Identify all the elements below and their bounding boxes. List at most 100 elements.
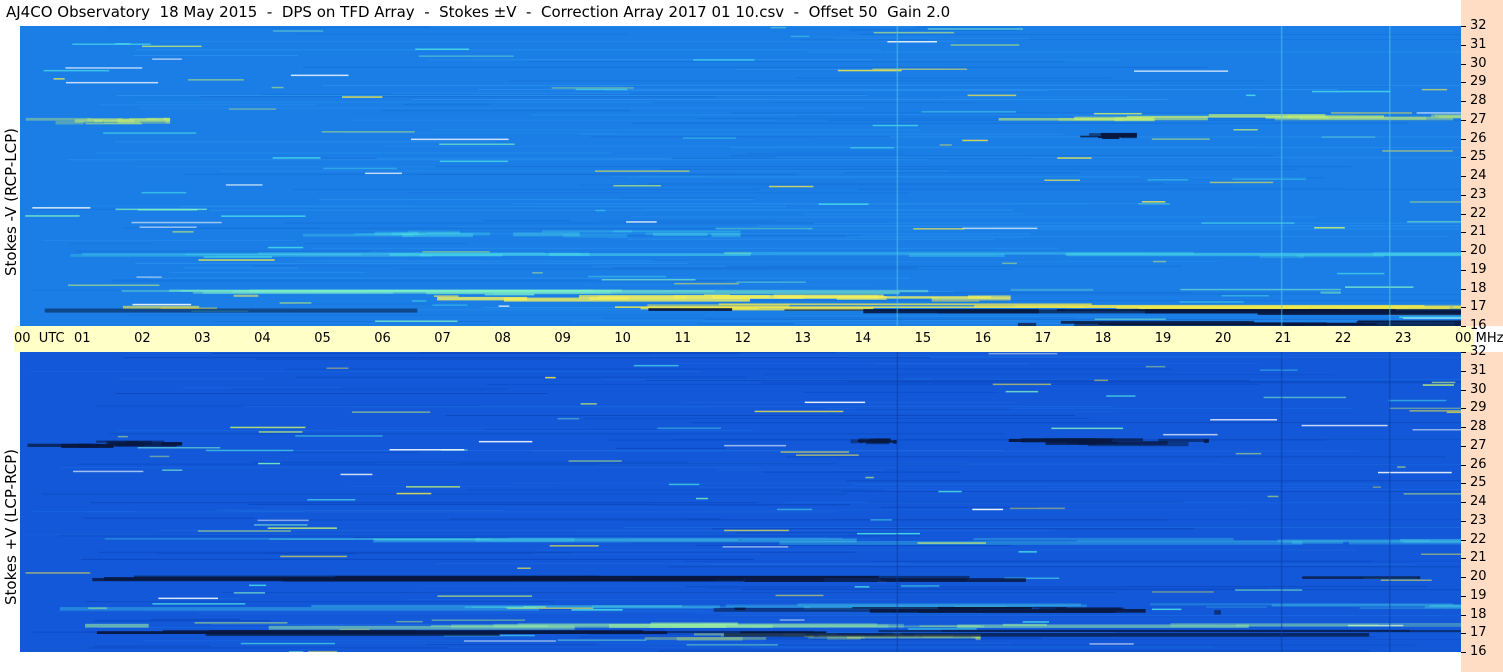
frequency-tick <box>1461 213 1466 215</box>
interference-dash <box>1246 94 1256 97</box>
frequency-tick-label: 26 <box>1470 456 1487 472</box>
noise-line <box>705 319 1389 320</box>
interference-dash <box>588 275 667 278</box>
interference-dash <box>962 227 1038 230</box>
interference-dash <box>1179 301 1244 303</box>
frequency-tick <box>1461 157 1466 159</box>
interference-dash <box>988 352 1058 355</box>
noise-line <box>534 203 1016 205</box>
interference-dash <box>1446 411 1461 414</box>
interference-dash <box>152 58 182 60</box>
interference-dash <box>1422 384 1454 386</box>
noise-line <box>322 84 1158 86</box>
interference-dash <box>775 594 824 597</box>
dark-band <box>723 633 1370 637</box>
interference-dash <box>1138 203 1170 205</box>
frequency-tick-label: 31 <box>1470 362 1487 378</box>
interference-dash <box>1002 262 1017 265</box>
interference-dash <box>1022 621 1049 623</box>
interference-dash <box>549 545 599 547</box>
dark-band <box>1203 439 1209 443</box>
bright-band <box>169 289 594 292</box>
interference-dash <box>1301 424 1388 427</box>
noise-line <box>858 188 1461 190</box>
utc-tick-label: 15 <box>914 331 932 346</box>
frequency-tick-label: 20 <box>1470 243 1487 258</box>
interference-dash <box>194 622 288 624</box>
interference-dash <box>724 444 787 447</box>
noise-line <box>81 558 755 560</box>
noise-line <box>694 644 1415 646</box>
frequency-tick-label: 31 <box>1470 36 1487 52</box>
interference-dash <box>272 157 321 159</box>
noise-line <box>486 383 1260 385</box>
noise-line <box>83 517 255 519</box>
dark-band <box>740 631 827 634</box>
noise-line <box>407 192 910 194</box>
noise-line <box>293 189 761 190</box>
interference-dash <box>1152 591 1214 593</box>
noise-line <box>231 388 508 390</box>
frequency-tick <box>1461 138 1466 140</box>
bright-band <box>233 294 259 297</box>
bright-band <box>85 623 149 628</box>
interference-dash <box>230 426 306 429</box>
frequency-tick <box>1461 26 1466 27</box>
interference-dash <box>131 221 222 224</box>
noise-line <box>93 645 211 647</box>
noise-line <box>445 415 1075 416</box>
bright-band <box>797 603 1081 607</box>
frequency-tick <box>1461 408 1466 410</box>
frequency-tick-label: 27 <box>1470 111 1487 127</box>
bright-band <box>1206 606 1267 609</box>
noise-line <box>433 129 922 131</box>
utc-tick-label: 11 <box>674 331 691 346</box>
noise-line <box>403 103 491 105</box>
bright-band <box>645 232 741 236</box>
noise-line <box>798 39 929 41</box>
noise-line <box>180 206 786 208</box>
interference-dash <box>850 147 894 149</box>
interference-dash <box>32 207 91 209</box>
interference-dash <box>1399 316 1461 319</box>
interference-dash <box>290 74 349 77</box>
interference-dash <box>1141 201 1166 203</box>
interference-dash <box>1345 286 1414 288</box>
interference-dash <box>873 31 955 34</box>
noise-line <box>399 618 1283 620</box>
interference-dash <box>626 221 657 223</box>
interference-dash <box>103 132 197 134</box>
frequency-tick <box>1461 288 1466 290</box>
noise-line <box>833 38 1030 40</box>
noise-line <box>263 507 768 509</box>
interference-dash <box>375 320 458 322</box>
frequency-tick <box>1461 539 1466 541</box>
bright-band <box>647 304 790 309</box>
noise-line <box>538 549 1357 551</box>
noise-line <box>796 115 1042 117</box>
dark-band <box>44 308 418 313</box>
frequency-tick-label: 22 <box>1470 205 1487 221</box>
noise-line <box>466 489 883 491</box>
noise-line <box>318 199 754 201</box>
interference-dash <box>326 367 349 369</box>
bright-band <box>1453 306 1461 308</box>
bright-band <box>94 119 135 123</box>
noise-line <box>877 39 1461 41</box>
bright-band <box>649 624 773 628</box>
noise-line <box>85 601 554 603</box>
interference-dash <box>396 620 423 623</box>
interference-dash <box>927 28 1023 30</box>
noise-line <box>406 598 898 600</box>
interference-dash <box>724 529 789 532</box>
interference-dash <box>790 35 810 38</box>
noise-line <box>135 262 688 264</box>
utc-time-axis: 00 UTC 01 02 03 04 05 06 07 08 09 10 11 12 13 14 15 16 17… <box>14 326 1503 352</box>
interference-dash <box>1151 138 1210 140</box>
frequency-tick-label: 19 <box>1470 587 1487 603</box>
utc-tick-label: 23 <box>1394 331 1412 346</box>
noise-line <box>853 483 1380 485</box>
interference-dash <box>668 483 700 486</box>
noise-line <box>158 529 1055 531</box>
frequency-tick-label: 30 <box>1470 381 1487 397</box>
